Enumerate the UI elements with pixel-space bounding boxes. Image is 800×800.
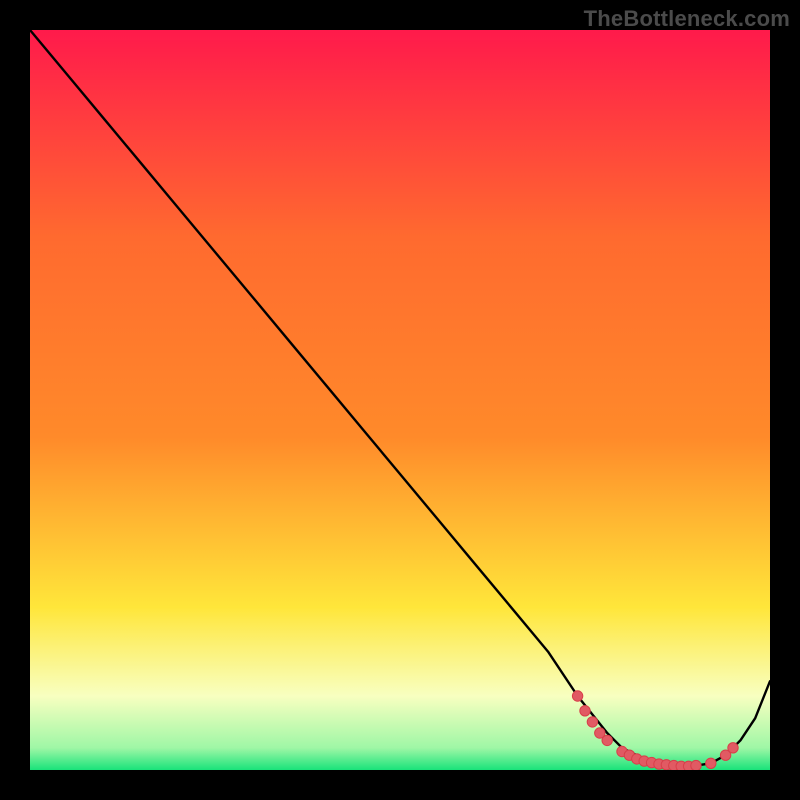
- marker-point: [728, 743, 738, 753]
- marker-point: [602, 735, 612, 745]
- marker-point: [580, 706, 590, 716]
- bottleneck-chart: [30, 30, 770, 770]
- gradient-bg: [30, 30, 770, 770]
- marker-point: [691, 760, 701, 770]
- watermark-text: TheBottleneck.com: [584, 6, 790, 32]
- chart-frame: TheBottleneck.com: [0, 0, 800, 800]
- marker-point: [587, 717, 597, 727]
- marker-point: [706, 758, 716, 768]
- plot-area: [30, 30, 770, 770]
- marker-point: [572, 691, 582, 701]
